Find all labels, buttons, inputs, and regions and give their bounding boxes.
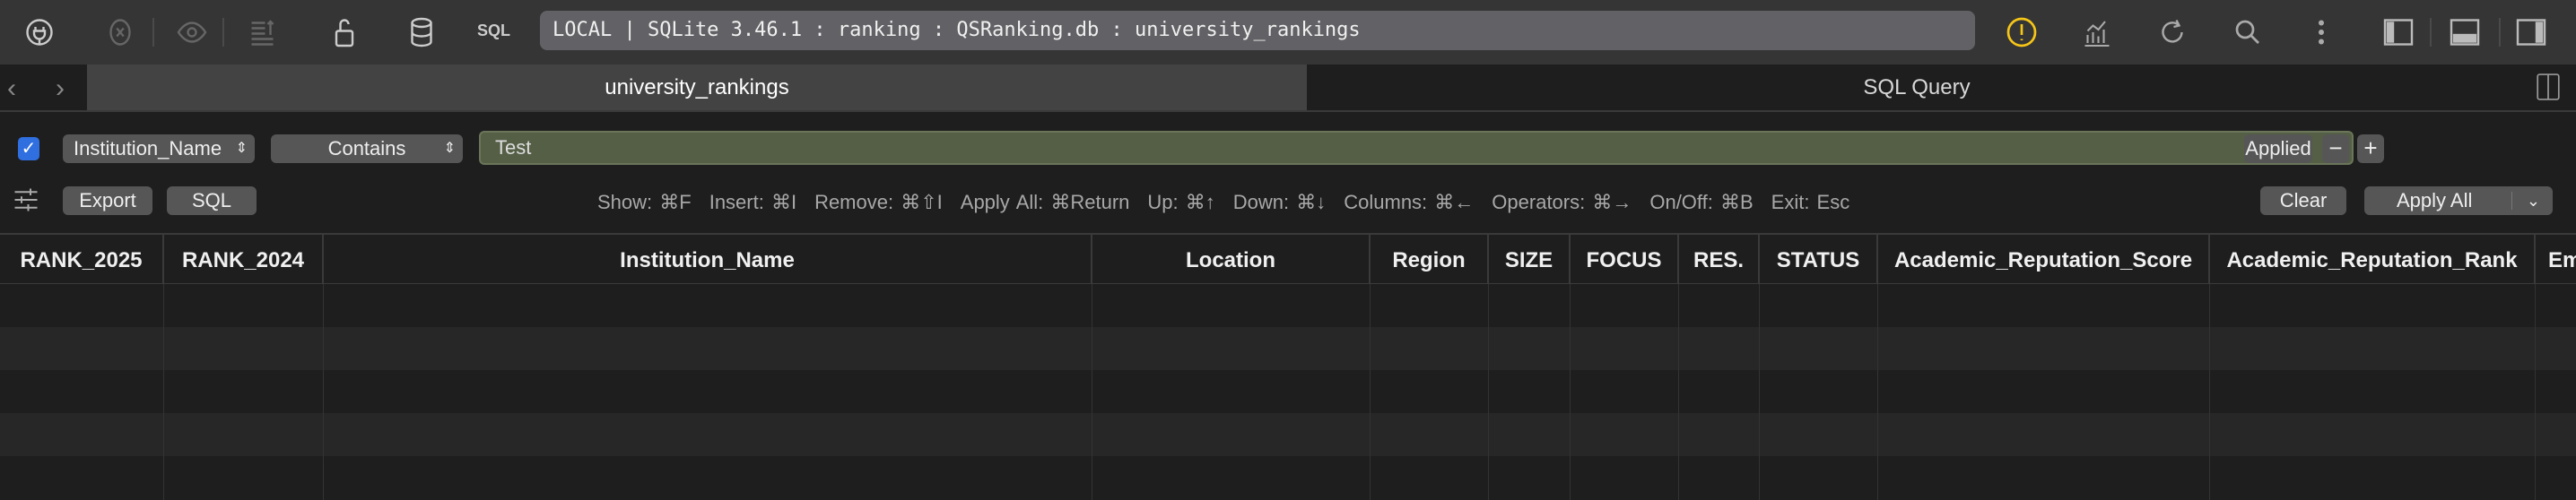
column-header-region[interactable]: Region bbox=[1371, 235, 1489, 284]
forward-chevron-icon[interactable]: › bbox=[56, 73, 65, 104]
chevron-down-icon[interactable]: ⌄ bbox=[2527, 186, 2540, 215]
toolbar: SQL LOCAL | SQLite 3.46.1 : ranking : QS… bbox=[0, 0, 2576, 65]
updown-chevron-icon: ⇕ bbox=[443, 141, 456, 156]
shortcut-hint: Columns: ⌘← bbox=[1344, 191, 1475, 213]
shortcut-hint: Remove: ⌘⇧I bbox=[814, 191, 943, 213]
warning-icon[interactable] bbox=[2006, 16, 2038, 48]
filter-column-value: Institution_Name bbox=[74, 137, 222, 159]
keyboard-shortcuts-hint: Show: ⌘F Insert: ⌘I Remove: ⌘⇧I Apply All: … bbox=[597, 191, 1867, 214]
sql-button[interactable]: SQL bbox=[167, 186, 257, 215]
table-row[interactable] bbox=[0, 370, 2576, 413]
remove-filter-button[interactable]: − bbox=[2322, 134, 2349, 163]
lock-open-icon[interactable] bbox=[328, 16, 361, 48]
toggle-bottom-panel-icon[interactable] bbox=[2449, 16, 2481, 48]
filter-settings-sliders-icon[interactable] bbox=[13, 186, 39, 213]
filter-value-input[interactable]: Test bbox=[479, 131, 2354, 165]
column-header-status[interactable]: STATUS bbox=[1760, 235, 1878, 284]
column-header-focus[interactable]: FOCUS bbox=[1571, 235, 1679, 284]
database-icon[interactable] bbox=[405, 16, 438, 48]
shortcut-hint: Insert: ⌘I bbox=[709, 191, 797, 213]
filter-operator-select[interactable]: Contains ⇕ bbox=[271, 134, 463, 163]
toggle-left-panel-icon[interactable] bbox=[2382, 16, 2415, 48]
split-view-icon[interactable] bbox=[2537, 73, 2560, 100]
column-header-academic-reputation-score[interactable]: Academic_Reputation_Score bbox=[1878, 235, 2210, 284]
shortcut-hint: Apply All: ⌘Return bbox=[960, 191, 1130, 213]
shortcut-hint: Show: ⌘F bbox=[597, 191, 692, 213]
tab-university-rankings[interactable]: university_rankings bbox=[87, 65, 1307, 110]
applied-button[interactable]: Applied bbox=[2244, 134, 2312, 163]
toggle-right-panel-icon[interactable] bbox=[2515, 16, 2547, 48]
column-header-institution-name[interactable]: Institution_Name bbox=[324, 235, 1092, 284]
add-filter-button[interactable]: + bbox=[2357, 134, 2384, 163]
updown-chevron-icon: ⇕ bbox=[235, 141, 248, 156]
shortcut-hint: Exit: Esc bbox=[1771, 191, 1850, 213]
shortcut-hint: Operators: ⌘→ bbox=[1492, 191, 1632, 213]
chart-icon[interactable] bbox=[2081, 16, 2113, 48]
column-header-res[interactable]: RES. bbox=[1679, 235, 1760, 284]
table-row[interactable] bbox=[0, 456, 2576, 499]
export-button[interactable]: Export bbox=[63, 186, 152, 215]
more-options-icon[interactable] bbox=[2305, 16, 2337, 48]
column-header-rank-2025[interactable]: RANK_2025 bbox=[0, 235, 164, 284]
column-header-rank-2024[interactable]: RANK_2024 bbox=[164, 235, 324, 284]
table-row[interactable] bbox=[0, 284, 2576, 327]
back-chevron-icon[interactable]: ‹ bbox=[7, 73, 16, 104]
filter-column-select[interactable]: Institution_Name ⇕ bbox=[63, 134, 255, 163]
connection-address-bar: LOCAL | SQLite 3.46.1 : ranking : QSRank… bbox=[540, 11, 1975, 50]
connection-plug-icon[interactable] bbox=[23, 16, 56, 48]
clear-button[interactable]: Clear bbox=[2260, 186, 2346, 215]
table-row[interactable] bbox=[0, 327, 2576, 370]
table-row[interactable] bbox=[0, 413, 2576, 456]
column-header-location[interactable]: Location bbox=[1092, 235, 1371, 284]
filter-enabled-checkbox[interactable]: ✓ bbox=[18, 137, 39, 160]
refresh-icon[interactable] bbox=[2156, 16, 2189, 48]
tab-sql-query[interactable]: SQL Query bbox=[1307, 65, 2527, 110]
tab-bar: ‹ › university_rankings SQL Query bbox=[0, 65, 2576, 112]
apply-all-label: Apply All bbox=[2397, 189, 2473, 211]
shortcut-hint: On/Off: ⌘B bbox=[1649, 191, 1754, 213]
shortcut-hint: Down: ⌘↓ bbox=[1232, 191, 1327, 213]
sql-editor-button[interactable]: SQL bbox=[477, 22, 510, 40]
filter-operator-value: Contains bbox=[327, 137, 406, 159]
preview-eye-icon[interactable] bbox=[176, 16, 208, 48]
shortcut-hint: Up: ⌘↑ bbox=[1147, 191, 1215, 213]
column-header-academic-reputation-rank[interactable]: Academic_Reputation_Rank bbox=[2210, 235, 2536, 284]
column-header-size[interactable]: SIZE bbox=[1489, 235, 1571, 284]
commit-list-icon[interactable] bbox=[248, 16, 280, 48]
search-icon[interactable] bbox=[2232, 16, 2264, 48]
cancel-icon[interactable] bbox=[104, 16, 136, 48]
column-header-employer-truncated[interactable]: Em bbox=[2536, 235, 2576, 284]
apply-all-button[interactable]: Apply All ⌄ bbox=[2364, 186, 2553, 215]
